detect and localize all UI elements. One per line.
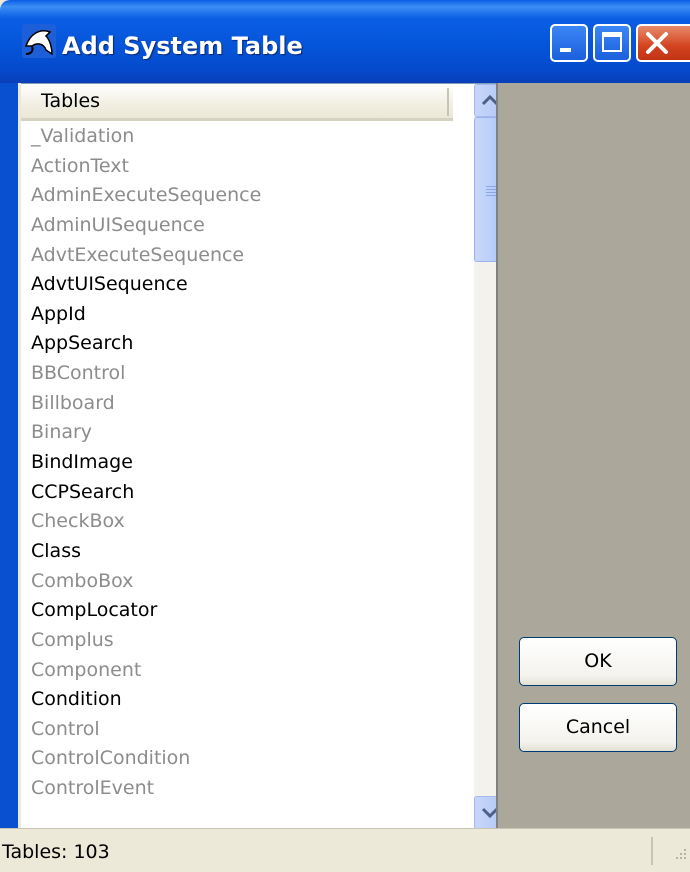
list-item[interactable]: BindImage — [21, 448, 453, 478]
list-item[interactable]: Binary — [21, 418, 453, 448]
column-header-tables[interactable]: Tables — [21, 84, 453, 121]
list-item[interactable]: CCPSearch — [21, 478, 453, 508]
window-title: Add System Table — [62, 32, 303, 60]
maximize-button[interactable] — [593, 24, 631, 62]
list-item[interactable]: Control — [21, 715, 453, 745]
list-item[interactable]: _Validation — [21, 122, 453, 152]
status-table-count: Tables: 103 — [2, 841, 110, 863]
list-item[interactable]: CompLocator — [21, 596, 453, 626]
title-bar[interactable]: Add System Table — [0, 0, 690, 83]
list-item[interactable]: Component — [21, 656, 453, 686]
list-item[interactable]: AdminUISequence — [21, 211, 453, 241]
list-item[interactable]: ComboBox — [21, 567, 453, 597]
list-item[interactable]: AppId — [21, 300, 453, 330]
list-item[interactable]: AdminExecuteSequence — [21, 181, 453, 211]
close-icon — [646, 32, 668, 54]
table-list: _Validation ActionText AdminExecuteSequenc… — [21, 122, 453, 804]
dolphin-app-icon — [22, 24, 56, 58]
vertical-scrollbar[interactable] — [474, 84, 506, 829]
add-system-table-window: Add System Table Tables _Validation Actio… — [0, 0, 690, 872]
status-bar: Tables: 103 — [0, 828, 690, 872]
column-header-label: Tables — [41, 90, 101, 112]
ok-button[interactable]: OK — [519, 637, 677, 686]
list-item[interactable]: Condition — [21, 685, 453, 715]
list-item[interactable]: ActionText — [21, 152, 453, 182]
status-divider — [651, 837, 653, 865]
list-item[interactable]: Billboard — [21, 389, 453, 419]
list-item[interactable]: ControlEvent — [21, 774, 453, 804]
header-divider — [447, 88, 449, 116]
cancel-button[interactable]: Cancel — [519, 703, 677, 752]
grip-line — [486, 189, 496, 190]
maximize-icon — [602, 32, 622, 52]
list-item[interactable]: BBControl — [21, 359, 453, 389]
list-item[interactable]: ControlCondition — [21, 744, 453, 774]
list-item[interactable]: AppSearch — [21, 329, 453, 359]
resize-grip-icon[interactable] — [668, 843, 688, 865]
minimize-button[interactable] — [550, 24, 588, 62]
list-item[interactable]: Complus — [21, 626, 453, 656]
grip-line — [486, 195, 496, 196]
list-item[interactable]: Class — [21, 537, 453, 567]
list-item[interactable]: CheckBox — [21, 507, 453, 537]
grip-line — [486, 192, 496, 193]
close-button[interactable] — [636, 24, 690, 62]
tables-listbox[interactable]: Tables _Validation ActionText AdminExecute… — [21, 83, 506, 829]
list-item[interactable]: AdvtUISequence — [21, 270, 453, 300]
window-frame-left — [0, 83, 18, 872]
list-item[interactable]: AdvtExecuteSequence — [21, 241, 453, 271]
minimize-icon — [560, 48, 571, 52]
grip-line — [486, 186, 496, 187]
